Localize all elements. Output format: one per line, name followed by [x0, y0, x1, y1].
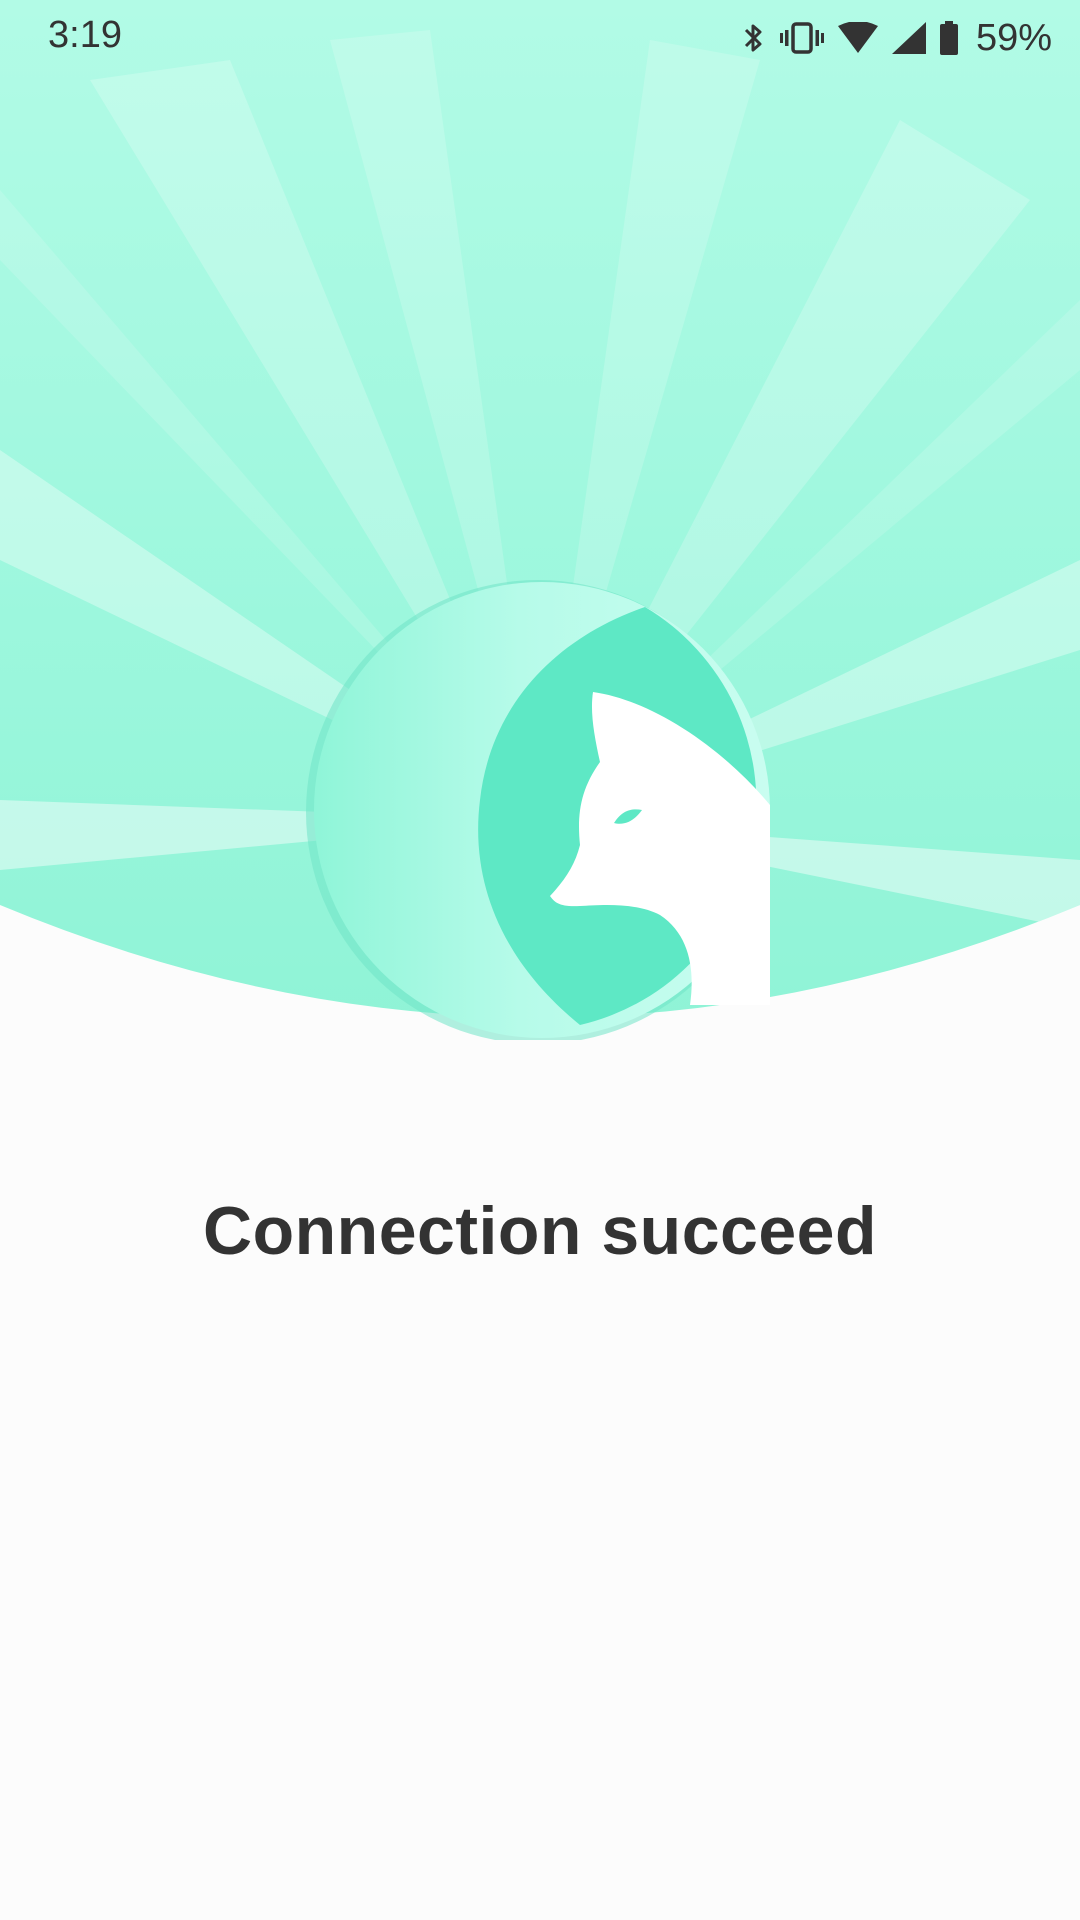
- battery-percent: 59%: [975, 16, 1052, 59]
- wifi-icon: [837, 22, 878, 53]
- vibrate-icon: [779, 22, 824, 54]
- status-icons: 59%: [742, 14, 1052, 62]
- fox-logo: [306, 580, 770, 1040]
- cell-signal-icon: [891, 22, 926, 54]
- connection-success-screen: 3:19 59% Connection succeed: [0, 0, 1080, 1920]
- status-bar: 3:19 59%: [0, 0, 1080, 76]
- bluetooth-icon: [744, 24, 762, 52]
- connection-status-message: Connection succeed: [202, 1193, 878, 1269]
- hero-background: [0, 0, 1080, 1040]
- status-time: 3:19: [48, 14, 122, 56]
- battery-icon: [939, 21, 958, 55]
